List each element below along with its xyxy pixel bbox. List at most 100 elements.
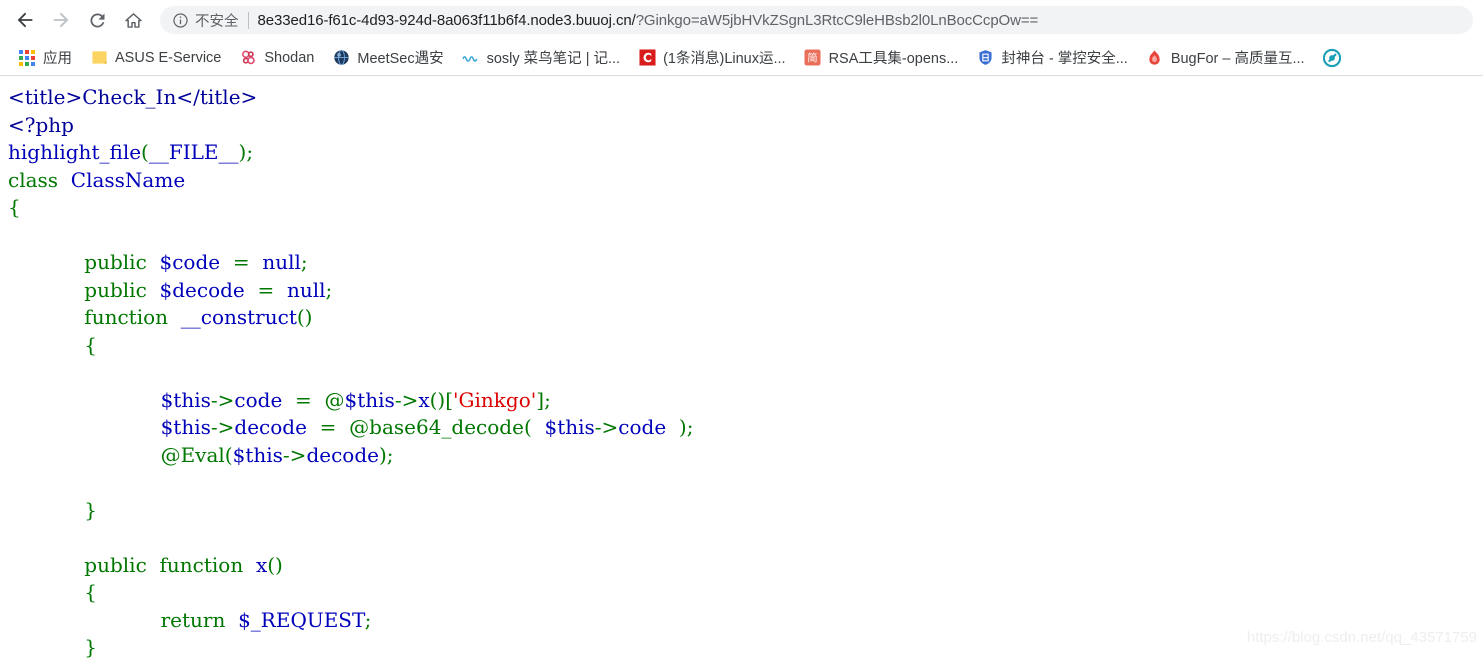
code-token: public [84,277,147,302]
security-indicator[interactable]: 不安全 [172,10,239,31]
home-button[interactable] [116,3,150,37]
code-token: -> [394,387,419,412]
folder-icon [90,49,108,67]
code-line: function __construct() [8,304,1483,332]
code-line: public $code = null; [8,249,1483,277]
code-token: code [618,415,667,439]
shield-icon [976,49,994,67]
code-token: x [418,387,430,412]
code-token: = [257,277,275,302]
code-token: ; [386,442,394,467]
code-token: ; [544,387,551,412]
bookmark-bugfor[interactable]: BugFor – 高质量互... [1138,43,1313,72]
code-token: public [84,552,147,577]
code-token: ] [536,387,545,412]
reload-icon [89,12,104,27]
code-token: decode [306,442,379,467]
bookmark-shodan[interactable]: Shodan [231,45,322,71]
security-label: 不安全 [195,13,239,30]
code-token: $this [232,442,283,467]
address-bar[interactable]: 不安全 8e33ed16-f61c-4d93-924d-8a063f11b6f4… [160,6,1473,34]
code-token: $_REQUEST [238,607,365,632]
svg-text:简: 简 [807,51,817,64]
forward-arrow-icon [53,12,69,28]
forward-button[interactable] [44,3,78,37]
url-query: ?Ginkgo=aW5jbHVkZSgnL3RtcC9leHBsb2l0LnBo… [635,11,1039,29]
jianshu-icon: 简 [804,49,822,67]
code-token: return [160,607,226,632]
code-token: $decode [159,277,245,302]
bookmark-meetsec[interactable]: MeetSec遇安 [324,43,451,72]
bookmark-sosly[interactable]: sosly 菜鸟笔记 | 记... [454,43,628,72]
code-token: -> [210,387,235,412]
code-token: <title>Check_In</title> [8,85,258,109]
back-button[interactable] [8,3,42,37]
code-token: () [429,387,446,412]
url-host: 8e33ed16-f61c-4d93-924d-8a063f11b6f4.nod… [257,11,636,29]
code-line: $this->code = @$this->x()['Ginkgo']; [8,387,1483,415]
code-token: -> [594,415,619,439]
code-token: [ [445,387,454,412]
code-token: code [234,387,283,412]
code-line: { [8,194,1483,222]
shodan-icon [239,49,257,67]
code-token: ; [246,140,254,164]
code-token: ) [378,442,387,467]
code-token: ClassName [70,167,186,192]
code-line: public function x() [8,552,1483,580]
code-token: ; [364,607,372,632]
code-token: highlight_file [8,140,142,164]
code-token: x [255,552,268,577]
home-icon [124,12,142,28]
code-token: 'Ginkgo' [453,387,537,412]
bookmark-rsa-tools[interactable]: 简 RSA工具集-opens... [796,43,967,72]
code-token: <?php [8,112,74,137]
url-text: 8e33ed16-f61c-4d93-924d-8a063f11b6f4.nod… [258,12,1039,29]
code-token: { [84,332,98,357]
code-line: <?php [8,112,1483,140]
reload-button[interactable] [80,3,114,37]
bookmark-overflow[interactable] [1315,45,1356,71]
code-token: () [267,552,283,577]
csdn-c-icon [638,49,656,67]
bookmark-apps[interactable]: 应用 [10,43,80,72]
bookmark-csdn-linux[interactable]: (1条消息)Linux运... [630,43,793,72]
code-token: null [262,250,301,274]
code-token: ( [141,140,149,164]
code-line: <title>Check_In</title> [8,84,1483,112]
code-token: ; [300,250,308,274]
bookmark-fengshentai[interactable]: 封神台 - 掌控安全... [968,43,1135,72]
code-line: class ClassName [8,167,1483,195]
code-token: () [296,305,313,329]
code-token: ) [678,415,687,439]
code-token: -> [210,415,235,439]
globe-icon [332,49,350,67]
code-line: public $decode = null; [8,277,1483,305]
bookmark-asus-e-service[interactable]: ASUS E-Service [82,45,229,71]
code-line: } [8,497,1483,525]
code-token: $this [160,415,211,439]
php-source-listing: <title>Check_In</title> <?php highlight_fi… [8,84,1483,662]
